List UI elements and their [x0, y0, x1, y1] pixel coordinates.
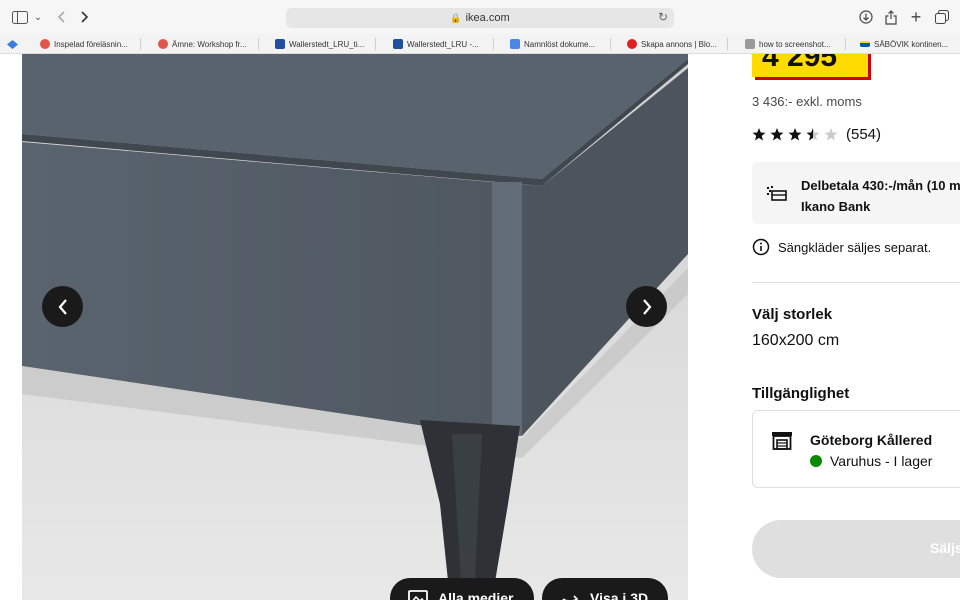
tab-overview-icon[interactable]: [934, 9, 950, 25]
product-image[interactable]: Alla medier Visa i 3D: [22, 54, 688, 600]
bookmark-divider: [610, 38, 611, 50]
previous-image-button[interactable]: [42, 286, 83, 327]
bookmark-divider: [140, 38, 141, 50]
bedding-note: Sängkläder säljes separat.: [752, 238, 931, 256]
payment-icon: [767, 186, 787, 201]
bookmark-favicon: [393, 39, 403, 49]
bookmark-favicon: [745, 39, 755, 49]
download-icon[interactable]: [858, 9, 874, 25]
reload-icon[interactable]: ↻: [658, 10, 668, 24]
chevron-left-icon: [58, 298, 67, 315]
bookmark-item[interactable]: Skapa annons | Blo...: [627, 37, 723, 51]
size-heading: Välj storlek: [752, 306, 833, 323]
star-half-icon: [806, 128, 820, 141]
bookmark-icon[interactable]: [6, 38, 18, 50]
view-3d-label: Visa i 3D: [590, 590, 649, 600]
stock-indicator-icon: [810, 455, 822, 467]
bookmark-favicon: [627, 39, 637, 49]
sidebar-toggle-icon[interactable]: [12, 9, 28, 25]
star-empty-icon: [824, 128, 838, 141]
url-text: ikea.com: [465, 12, 510, 24]
availability-heading: Tillgänglighet: [752, 385, 850, 402]
store-icon: [772, 432, 792, 450]
bookmark-favicon: [158, 39, 168, 49]
bookmark-divider: [258, 38, 259, 50]
bookmark-divider: [493, 38, 494, 50]
store-name: Göteborg Kållered: [810, 432, 933, 448]
payment-option[interactable]: Delbetala 430:-/mån (10 m Ikano Bank: [752, 162, 960, 224]
price-excl-vat: 3 436:- exkl. moms: [752, 94, 862, 109]
rating-stars: [752, 128, 838, 141]
forward-icon[interactable]: [78, 9, 92, 25]
bookmark-divider: [727, 38, 728, 50]
all-media-button[interactable]: Alla medier: [390, 578, 534, 600]
bookmark-item[interactable]: Ämne: Workshop fr...: [158, 37, 254, 51]
star-icon: [752, 128, 766, 141]
bookmarks-bar: Inspelad föreläsnin... Ämne: Workshop fr…: [0, 34, 960, 54]
lock-icon: 🔒: [450, 12, 462, 23]
browser-toolbar: ⌄ 🔒 ikea.com ↻ +: [0, 0, 960, 34]
add-to-cart-button[interactable]: Säljs: [752, 520, 960, 578]
section-divider: [752, 282, 960, 283]
bookmark-item[interactable]: how to screenshot...: [745, 37, 841, 51]
size-value[interactable]: 160x200 cm: [752, 332, 839, 350]
store-availability[interactable]: Göteborg Kållered Varuhus - I lager: [752, 410, 960, 488]
product-page: Alla medier Visa i 3D 4 295:- 3 436:- ex…: [0, 54, 960, 600]
back-icon[interactable]: [54, 9, 68, 25]
gallery-icon: [408, 590, 428, 600]
bookmark-favicon: [510, 39, 520, 49]
bookmark-favicon: [860, 41, 870, 47]
bed-base-illustration: [22, 54, 688, 600]
review-count: (554): [846, 126, 882, 143]
bookmark-item[interactable]: Wallerstedt_LRU -...: [393, 37, 489, 51]
star-icon: [770, 128, 784, 141]
bookmark-item[interactable]: Wallerstedt_LRU_ti...: [275, 37, 371, 51]
rating[interactable]: (554): [752, 126, 881, 143]
bookmark-favicon: [275, 39, 285, 49]
star-icon: [788, 128, 802, 141]
view-3d-button[interactable]: Visa i 3D: [542, 578, 668, 600]
bookmark-favicon: [40, 39, 50, 49]
chevron-down-icon[interactable]: ⌄: [32, 10, 44, 24]
payment-text: Delbetala 430:-/mån (10 m Ikano Bank: [801, 178, 960, 214]
chevron-right-icon: [642, 298, 651, 315]
bookmark-divider: [375, 38, 376, 50]
share-icon[interactable]: [884, 8, 898, 26]
add-to-cart-label: Säljs: [930, 540, 960, 556]
product-price: 4 295:-: [762, 54, 850, 73]
bookmark-item[interactable]: Inspelad föreläsnin...: [40, 37, 136, 51]
3d-icon: [562, 595, 579, 600]
bookmark-item[interactable]: Namnlöst dokume...: [510, 37, 606, 51]
info-icon: [752, 238, 770, 256]
bookmark-item[interactable]: SÄBÖVIK kontinen...: [860, 37, 960, 51]
all-media-label: Alla medier: [438, 590, 514, 600]
stock-status: Varuhus - I lager: [810, 453, 932, 469]
new-tab-icon[interactable]: +: [908, 7, 924, 27]
bookmark-divider: [845, 38, 846, 50]
address-bar[interactable]: 🔒 ikea.com ↻: [286, 8, 674, 28]
next-image-button[interactable]: [626, 286, 667, 327]
